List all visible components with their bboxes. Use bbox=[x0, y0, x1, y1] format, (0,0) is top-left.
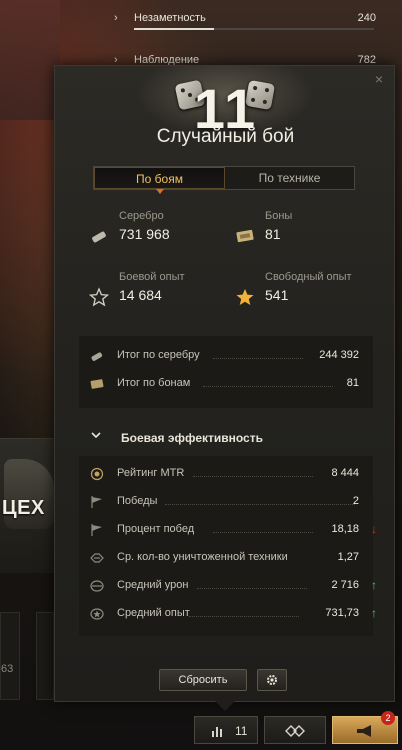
session-stats-button[interactable]: 11 bbox=[194, 716, 258, 744]
efficiency-row: Процент побед 18,18 ↓ bbox=[89, 522, 377, 538]
efficiency-box: Рейтинг MTR 8 444 Победы 2 Процент побед… bbox=[79, 456, 377, 636]
total-label: Итог по серебру bbox=[117, 349, 200, 361]
reset-button[interactable]: Сбросить bbox=[159, 669, 247, 691]
row-value: 1,27 bbox=[337, 551, 359, 563]
battle-type-title: Случайный бой bbox=[156, 126, 295, 147]
session-battles-count: 11 bbox=[235, 724, 248, 738]
efficiency-row: Средний опыт 731,73 ↑ bbox=[89, 606, 377, 622]
vehicle-card-value: 63 bbox=[1, 663, 14, 675]
destroyed-vehicles-icon bbox=[90, 553, 104, 563]
trend-up-icon: ↑ bbox=[371, 606, 377, 620]
platoon-icon bbox=[285, 725, 305, 737]
row-value: 731,73 bbox=[325, 607, 359, 619]
active-tab-marker bbox=[155, 189, 164, 194]
total-value: 244 392 bbox=[319, 349, 359, 361]
row-label: Победы bbox=[117, 495, 158, 507]
mtr-rating-icon bbox=[90, 467, 104, 481]
row-value: 18,18 bbox=[331, 523, 359, 535]
background-building bbox=[0, 0, 60, 120]
bottom-toolbar: 11 2 bbox=[190, 711, 402, 750]
stats-tabs: По боям По технике bbox=[93, 166, 355, 194]
row-value: 8 444 bbox=[331, 467, 359, 479]
vehicle-card[interactable]: 63 bbox=[0, 612, 20, 700]
bonds-icon bbox=[236, 229, 254, 243]
stat-free-xp: Свободный опыт 541 bbox=[235, 271, 375, 311]
stat-value: 731 968 bbox=[119, 226, 170, 242]
platoon-button[interactable] bbox=[264, 716, 326, 744]
stat-label: Серебро bbox=[119, 210, 164, 222]
silver-icon bbox=[91, 352, 103, 361]
silver-icon bbox=[92, 231, 106, 243]
tab-by-vehicles[interactable]: По технике bbox=[225, 167, 354, 189]
gear-icon bbox=[267, 675, 277, 685]
bar-chart-icon bbox=[212, 727, 222, 737]
efficiency-row: Ср. кол-во уничтоженной техники 1,27 bbox=[89, 550, 365, 566]
megaphone-icon bbox=[357, 725, 371, 737]
flag-icon bbox=[91, 524, 102, 536]
tab-label: По боям bbox=[136, 172, 183, 186]
notifications-button[interactable]: 2 bbox=[332, 711, 398, 744]
total-value: 81 bbox=[346, 377, 359, 389]
stat-silver: Серебро 731 968 bbox=[89, 210, 229, 250]
stat-value: 81 bbox=[265, 226, 281, 242]
skill-name: Незаметность bbox=[134, 12, 206, 24]
session-stats-popup: × 11 Случайный бой По боям По технике Се… bbox=[54, 65, 395, 711]
efficiency-row: Средний урон 2 716 ↑ bbox=[89, 578, 377, 594]
row-label: Средний урон bbox=[117, 579, 189, 591]
stat-value: 541 bbox=[265, 287, 289, 303]
tank-name: ЦЕХ bbox=[2, 497, 45, 519]
skill-row-camouflage[interactable]: › Незаметность 240 bbox=[100, 8, 402, 30]
total-label: Итог по бонам bbox=[117, 377, 191, 389]
xp-icon bbox=[90, 608, 104, 620]
star-gold-icon bbox=[236, 289, 254, 305]
tab-by-battles[interactable]: По боям bbox=[94, 167, 225, 194]
vehicle-card[interactable] bbox=[36, 612, 54, 700]
chevron-down-icon bbox=[91, 430, 101, 443]
chevron-right-icon: › bbox=[114, 12, 118, 24]
reset-button-label: Сбросить bbox=[178, 674, 228, 686]
stat-label: Свободный опыт bbox=[265, 271, 352, 283]
stat-label: Боевой опыт bbox=[119, 271, 185, 283]
tank-card[interactable]: ЦЕХ bbox=[0, 438, 58, 573]
efficiency-row: Победы 2 bbox=[89, 494, 365, 510]
stat-battle-xp: Боевой опыт 14 684 bbox=[89, 271, 229, 311]
section-title: Боевая эффективность bbox=[121, 431, 263, 445]
row-value: 2 716 bbox=[331, 579, 359, 591]
row-value: 2 bbox=[352, 495, 359, 507]
popup-pointer bbox=[215, 701, 235, 711]
row-label: Рейтинг MTR bbox=[117, 467, 185, 479]
row-label: Средний опыт bbox=[117, 607, 190, 619]
bonds-icon bbox=[90, 379, 104, 389]
stat-label: Боны bbox=[265, 210, 293, 222]
efficiency-row: Рейтинг MTR 8 444 bbox=[89, 466, 365, 482]
trend-down-icon: ↓ bbox=[371, 522, 377, 536]
trend-up-icon: ↑ bbox=[371, 578, 377, 592]
total-silver-row: Итог по серебру 244 392 bbox=[89, 348, 365, 364]
flag-icon bbox=[91, 496, 102, 508]
notification-badge: 2 bbox=[381, 711, 395, 725]
stat-value: 14 684 bbox=[119, 287, 162, 303]
damage-icon bbox=[90, 580, 104, 592]
tab-label: По технике bbox=[258, 171, 321, 185]
star-outline-icon bbox=[89, 287, 109, 307]
stat-bonds: Боны 81 bbox=[235, 210, 375, 250]
settings-button[interactable] bbox=[257, 669, 287, 691]
row-label: Процент побед bbox=[117, 523, 195, 535]
skill-value: 240 bbox=[357, 12, 376, 24]
totals-box: Итог по серебру 244 392 Итог по бонам 81 bbox=[79, 336, 373, 408]
skill-progress-bar bbox=[134, 28, 374, 30]
row-label: Ср. кол-во уничтоженной техники bbox=[117, 551, 288, 563]
total-bonds-row: Итог по бонам 81 bbox=[89, 376, 365, 392]
